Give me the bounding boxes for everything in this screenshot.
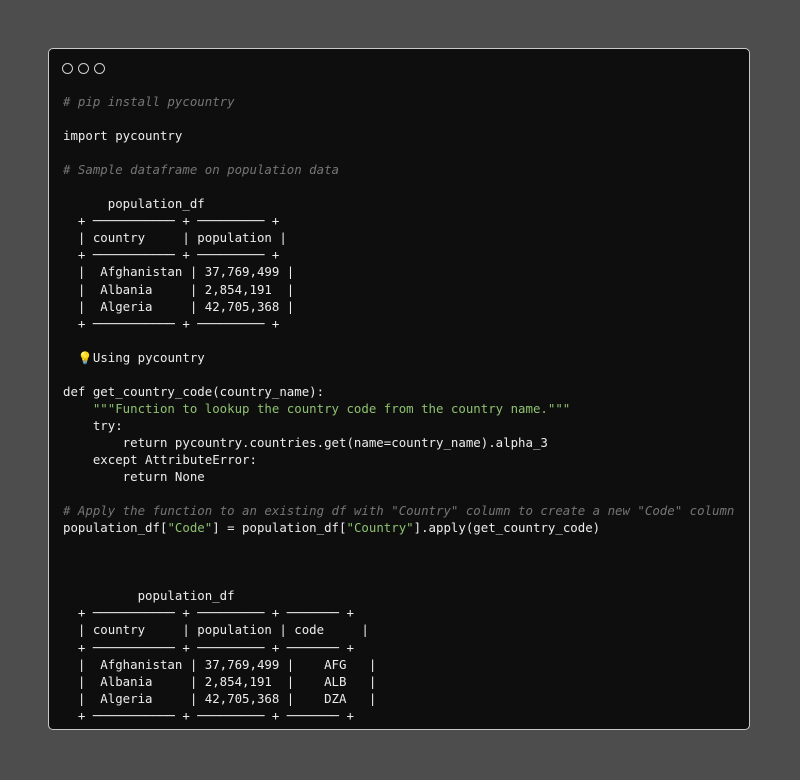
circle-icon[interactable]: [78, 63, 89, 74]
table-row: | Algeria | 42,705,368 |: [63, 298, 295, 314]
code-line: except AttributeError:: [63, 451, 257, 467]
table-border: + ─────────── + ───────── +: [63, 213, 280, 229]
string-literal: "Code": [167, 520, 213, 536]
code-line: import pycountry: [63, 128, 183, 144]
docstring: """Function to lookup the country code f…: [63, 400, 571, 416]
code-comment: # pip install pycountry: [63, 94, 235, 109]
table-border: + ─────────── + ───────── + ─────── +: [63, 707, 354, 723]
window-controls: [62, 63, 105, 74]
code-line: try:: [63, 417, 123, 433]
assign-line: population_df["Code"] = population_df["C…: [63, 519, 734, 536]
lightbulb-icon: 💡: [77, 350, 93, 365]
code-token: population_df[: [63, 520, 168, 536]
circle-icon[interactable]: [62, 63, 73, 74]
table-header: | country | population |: [63, 230, 287, 246]
table-border: + ─────────── + ───────── +: [63, 315, 280, 331]
circle-icon[interactable]: [94, 63, 105, 74]
code-comment: # Apply the function to an existing df w…: [63, 503, 735, 519]
table-row: | Afghanistan | 37,769,499 |: [63, 264, 295, 280]
table-border: + ─────────── + ───────── + ─────── +: [63, 605, 354, 621]
code-line: return None: [63, 469, 205, 485]
table-title: population_df: [63, 196, 205, 212]
table-row: | Afghanistan | 37,769,499 | AFG |: [63, 656, 377, 672]
code-line: return pycountry.countries.get(name=coun…: [63, 434, 548, 450]
code-token: ].apply(get_country_code): [413, 520, 601, 536]
string-literal: "Country": [346, 520, 414, 536]
using-text: Using pycountry: [92, 349, 205, 365]
code-block: # pip install pycountry import pycountry #…: [63, 93, 734, 724]
table-border: + ─────────── + ───────── + ─────── +: [63, 639, 354, 655]
code-line: def get_country_code(country_name):: [63, 383, 325, 399]
table-row: | Albania | 2,854,191 |: [63, 281, 295, 297]
table-row: | Algeria | 42,705,368 | DZA |: [63, 690, 377, 706]
using-pycountry-line: 💡Using pycountry: [63, 349, 734, 366]
table-title: population_df: [63, 588, 235, 604]
code-window: # pip install pycountry import pycountry #…: [48, 48, 750, 730]
table-row: | Albania | 2,854,191 | ALB |: [63, 673, 377, 689]
table-header: | country | population | code |: [63, 622, 369, 638]
code-token: ] = population_df[: [212, 520, 347, 536]
code-comment: # Sample dataframe on population data: [63, 162, 340, 178]
table-border: + ─────────── + ───────── +: [63, 247, 280, 263]
